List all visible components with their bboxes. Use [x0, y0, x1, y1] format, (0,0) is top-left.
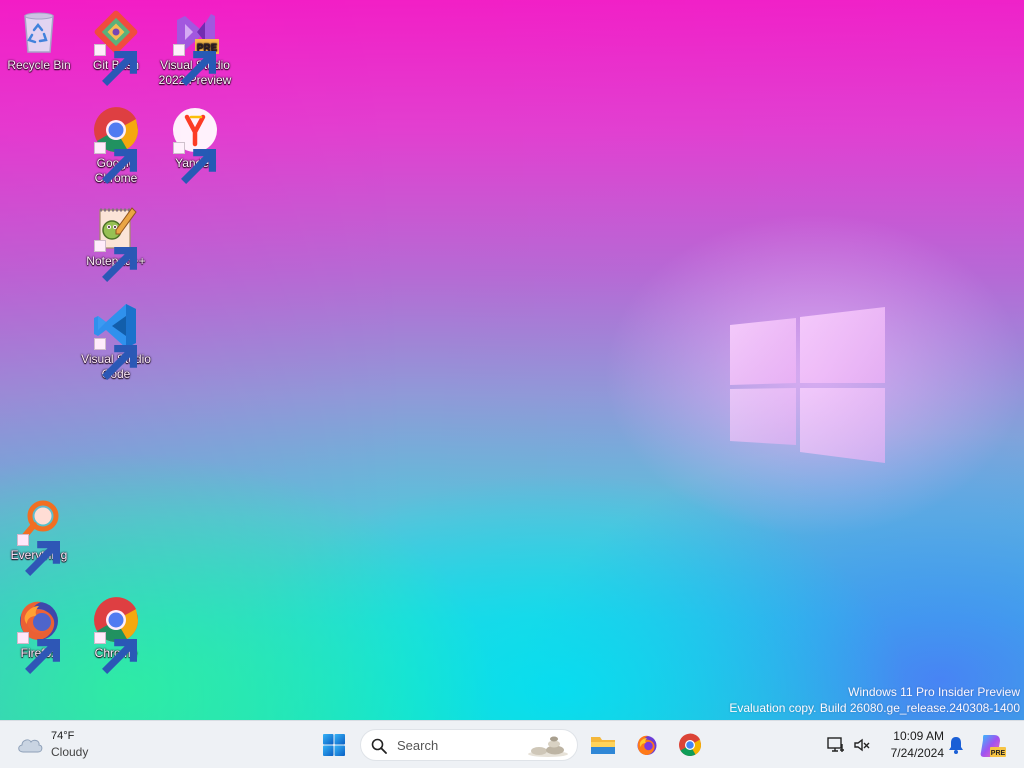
recycle-bin-icon	[15, 8, 63, 56]
desktop-icon-visual-studio-code[interactable]: Visual Studio Code	[78, 302, 154, 382]
watermark-build: Evaluation copy. Build 26080.ge_release.…	[729, 701, 1020, 715]
windows-start-icon	[323, 734, 345, 756]
network-display-icon[interactable]	[826, 735, 846, 755]
desktop-icon-label: Recycle Bin	[7, 58, 71, 72]
firefox-icon	[637, 735, 657, 755]
shortcut-arrow-icon	[17, 534, 60, 576]
desktop-icon-recycle-bin[interactable]: Recycle Bin	[1, 8, 77, 73]
speaker-muted-icon[interactable]	[852, 735, 872, 755]
windows-wallpaper-logo	[730, 307, 885, 463]
everything-search-icon	[15, 498, 63, 576]
chrome-icon	[679, 733, 701, 756]
search-highlight-stones-icon	[528, 736, 568, 757]
clock-time: 10:09 AM	[893, 729, 944, 743]
notification-bell-icon[interactable]	[948, 736, 964, 754]
search-placeholder: Search	[397, 738, 439, 753]
shortcut-arrow-icon	[94, 240, 137, 282]
folder-icon	[591, 737, 615, 754]
notepad-plus-plus-icon	[92, 204, 140, 282]
git-bash-icon	[92, 8, 140, 86]
desktop-icon-visual-studio-2022-preview[interactable]: PRE Visual Studio 2022 Preview	[157, 8, 233, 88]
taskbar-file-explorer[interactable]	[587, 729, 619, 761]
clock-date: 7/24/2024	[890, 746, 944, 760]
shortcut-arrow-icon	[94, 44, 137, 86]
desktop-icon-git-bash[interactable]: Git Bash	[78, 8, 154, 86]
search-icon	[371, 738, 387, 754]
system-clock[interactable]: 10:09 AM 7/24/2024	[878, 728, 944, 762]
taskbar-chrome[interactable]	[674, 729, 706, 761]
desktop-icon-yandex[interactable]: Yandex	[157, 106, 233, 184]
desktop-icon-firefox[interactable]: Firefox	[1, 596, 77, 674]
desktop: Recycle Bin Git Bash PRE Visual Studio 2…	[0, 0, 1024, 720]
shortcut-arrow-icon	[17, 632, 60, 674]
taskbar-search-box[interactable]: Search	[360, 729, 578, 761]
desktop-icon-notepad-plus-plus[interactable]: Notepad++	[78, 204, 154, 282]
taskbar: 74°F Cloudy Search 10:09 AM 7/24/2024 PR…	[0, 720, 1024, 768]
watermark-edition: Windows 11 Pro Insider Preview	[848, 685, 1020, 699]
start-button[interactable]	[318, 729, 350, 761]
cloud-icon	[18, 739, 43, 753]
shortcut-arrow-icon	[173, 142, 216, 184]
visual-studio-icon: PRE	[171, 8, 219, 86]
weather-widget[interactable]: 74°F Cloudy	[16, 728, 136, 762]
firefox-icon	[15, 596, 63, 674]
evaluation-watermark: Windows 11 Pro Insider Preview Evaluatio…	[729, 684, 1020, 716]
chrome-icon	[92, 106, 140, 184]
desktop-icon-google-chrome[interactable]: Google Chrome	[78, 106, 154, 186]
vscode-icon	[92, 302, 140, 380]
shortcut-arrow-icon	[94, 338, 137, 380]
shortcut-arrow-icon	[173, 44, 216, 86]
copilot-icon[interactable]: PRE	[978, 731, 1006, 759]
taskbar-firefox[interactable]	[631, 729, 663, 761]
weather-temperature: 74°F	[51, 730, 75, 742]
shortcut-arrow-icon	[94, 632, 137, 674]
desktop-icon-everything[interactable]: Everything	[1, 498, 77, 576]
chrome-icon	[92, 596, 140, 674]
shortcut-arrow-icon	[94, 142, 137, 184]
desktop-icon-chrome[interactable]: Chrome	[78, 596, 154, 674]
copilot-pre-badge: PRE	[991, 750, 1006, 757]
yandex-icon	[171, 106, 219, 184]
weather-condition: Cloudy	[51, 745, 89, 759]
